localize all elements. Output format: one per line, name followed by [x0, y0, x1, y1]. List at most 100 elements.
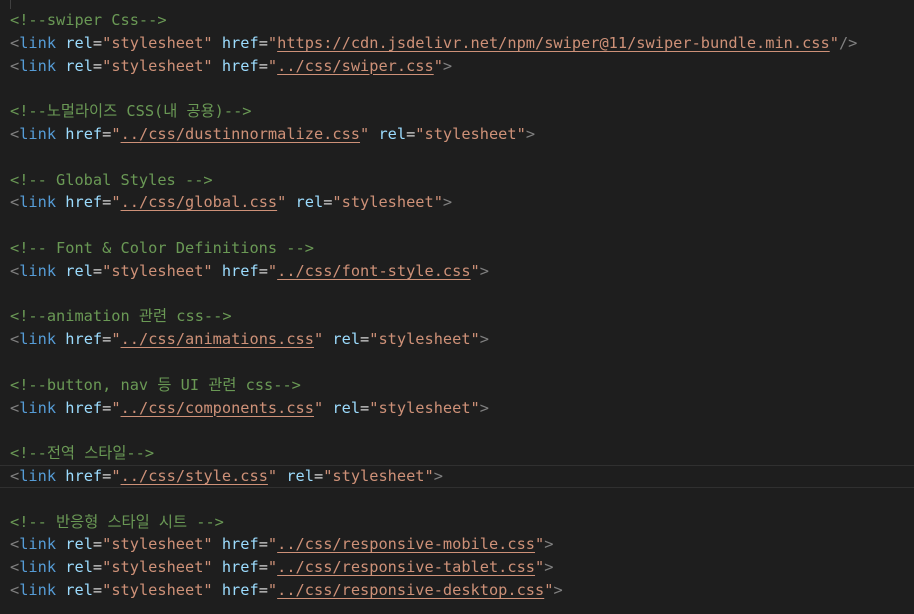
code-line-current[interactable]: <link href="../css/style.css" rel="style…	[0, 465, 914, 488]
attribute-name: href	[56, 466, 103, 485]
attribute-value: "	[535, 558, 545, 577]
code-line[interactable]: <!--animation 관련 css-->	[0, 305, 914, 328]
code-line[interactable]: <!--전역 스타일-->	[0, 442, 914, 465]
tag-bracket: >	[525, 124, 536, 143]
code-line[interactable]	[0, 77, 914, 100]
code-line[interactable]: <!--노멀라이즈 CSS(내 공용)-->	[0, 100, 914, 123]
code-line[interactable]: <link rel="stylesheet" href="../css/resp…	[0, 556, 914, 579]
attribute-equals: =	[258, 558, 268, 577]
attribute-name: href	[56, 124, 103, 143]
attribute-name: rel	[56, 580, 93, 599]
tag-bracket: />	[838, 33, 858, 52]
code-line[interactable]	[0, 146, 914, 169]
code-line[interactable]	[0, 283, 914, 306]
tag-bracket: >	[544, 535, 554, 554]
code-line[interactable]: <link rel="stylesheet" href="../css/swip…	[0, 55, 914, 78]
tag-name: link	[19, 535, 57, 554]
attribute-value: "	[267, 466, 278, 485]
code-line[interactable]: <link rel="stylesheet" href="../css/resp…	[0, 533, 914, 556]
code-line[interactable]	[0, 214, 914, 237]
code-line[interactable]	[0, 488, 914, 511]
attribute-name: href	[212, 580, 259, 599]
tag-bracket: <	[10, 56, 20, 75]
code-line[interactable]: <link href="../css/animations.css" rel="…	[0, 328, 914, 351]
link-url[interactable]: ../css/responsive-tablet.css	[277, 558, 535, 576]
code-line[interactable]: <link rel="stylesheet" href="https://cdn…	[0, 32, 914, 55]
attribute-equals: =	[406, 124, 416, 143]
tag-bracket: >	[479, 398, 489, 417]
link-url[interactable]: ../css/components.css	[121, 399, 314, 417]
attribute-equals: =	[92, 261, 103, 280]
attribute-equals: =	[92, 56, 103, 75]
attribute-value: "	[111, 124, 121, 143]
link-url[interactable]: https://cdn.jsdelivr.net/npm/swiper@11/s…	[277, 34, 830, 52]
comment: <!--swiper Css-->	[10, 11, 167, 29]
attribute-equals: =	[92, 33, 103, 52]
code-line[interactable]: <link href="../css/dustinnormalize.css" …	[0, 123, 914, 146]
code-line[interactable]: <!--button, nav 등 UI 관련 css-->	[0, 374, 914, 397]
attribute-equals: =	[92, 580, 103, 599]
tag-name: link	[19, 193, 57, 212]
tag-bracket: >	[433, 466, 443, 485]
code-line[interactable]: <link href="../css/components.css" rel="…	[0, 397, 914, 420]
tag-bracket: <	[10, 33, 20, 52]
attribute-equals: =	[102, 466, 112, 485]
tag-name: link	[19, 558, 57, 577]
attribute-value: "	[111, 330, 121, 349]
comment: <!--animation 관련 css-->	[10, 307, 232, 326]
attribute-name: rel	[56, 33, 93, 52]
link-url[interactable]: ../css/style.css	[121, 467, 268, 485]
code-line[interactable]: <!-- Global Styles -->	[0, 169, 914, 192]
link-url[interactable]: ../css/responsive-desktop.css	[277, 581, 544, 599]
code-line[interactable]	[0, 351, 914, 374]
link-url[interactable]: ../css/responsive-mobile.css	[277, 535, 535, 553]
code-lines[interactable]: <!--swiper Css--> <link rel="stylesheet" …	[0, 9, 914, 602]
tag-name: link	[19, 580, 57, 599]
tag-name: link	[19, 330, 57, 349]
tag-name: link	[19, 56, 57, 75]
link-url[interactable]: ../css/font-style.css	[277, 262, 470, 280]
attribute-equals: =	[258, 535, 268, 554]
link-url[interactable]: ../css/animations.css	[121, 330, 314, 348]
code-line[interactable]	[0, 419, 914, 442]
attribute-name: href	[56, 330, 103, 349]
code-editor[interactable]: <!--swiper Css--> <link rel="stylesheet" …	[0, 0, 914, 614]
attribute-equals: =	[360, 330, 370, 349]
attribute-name: rel	[56, 261, 93, 280]
tag-name: link	[19, 398, 57, 417]
tag-name: link	[19, 124, 57, 143]
attribute-name: href	[212, 535, 259, 554]
attribute-value: "stylesheet"	[369, 398, 480, 417]
link-url[interactable]: ../css/dustinnormalize.css	[121, 125, 360, 143]
tag-bracket: <	[10, 398, 20, 417]
link-url[interactable]: ../css/swiper.css	[277, 57, 434, 75]
attribute-value: "	[433, 56, 443, 75]
attribute-value: "stylesheet"	[369, 330, 480, 349]
attribute-value: "stylesheet"	[102, 261, 213, 280]
attribute-equals: =	[92, 558, 103, 577]
tag-bracket: <	[10, 193, 20, 212]
attribute-value: "	[267, 261, 278, 280]
comment: <!-- 반응형 스타일 시트 -->	[10, 512, 224, 531]
attribute-value: "stylesheet"	[102, 535, 213, 554]
attribute-value: "	[277, 193, 287, 212]
attribute-name: rel	[56, 558, 93, 577]
code-line[interactable]: <!-- 반응형 스타일 시트 -->	[0, 511, 914, 534]
code-line[interactable]: <!--swiper Css-->	[0, 9, 914, 32]
attribute-value: "	[360, 124, 370, 143]
attribute-name: href	[212, 56, 259, 75]
tag-bracket: >	[544, 558, 554, 577]
attribute-value: "stylesheet"	[323, 466, 434, 485]
indent-guide	[10, 0, 11, 9]
code-line[interactable]: <link href="../css/global.css" rel="styl…	[0, 191, 914, 214]
tag-name: link	[19, 261, 57, 280]
tag-bracket: >	[553, 580, 563, 599]
attribute-equals: =	[258, 56, 268, 75]
tag-bracket: <	[10, 124, 20, 143]
link-url[interactable]: ../css/global.css	[121, 193, 278, 211]
code-line[interactable]: <link rel="stylesheet" href="../css/resp…	[0, 579, 914, 602]
attribute-name: rel	[323, 398, 361, 417]
code-line[interactable]: <link rel="stylesheet" href="../css/font…	[0, 260, 914, 283]
code-line[interactable]: <!-- Font & Color Definitions -->	[0, 237, 914, 260]
attribute-value: "stylesheet"	[332, 193, 443, 212]
